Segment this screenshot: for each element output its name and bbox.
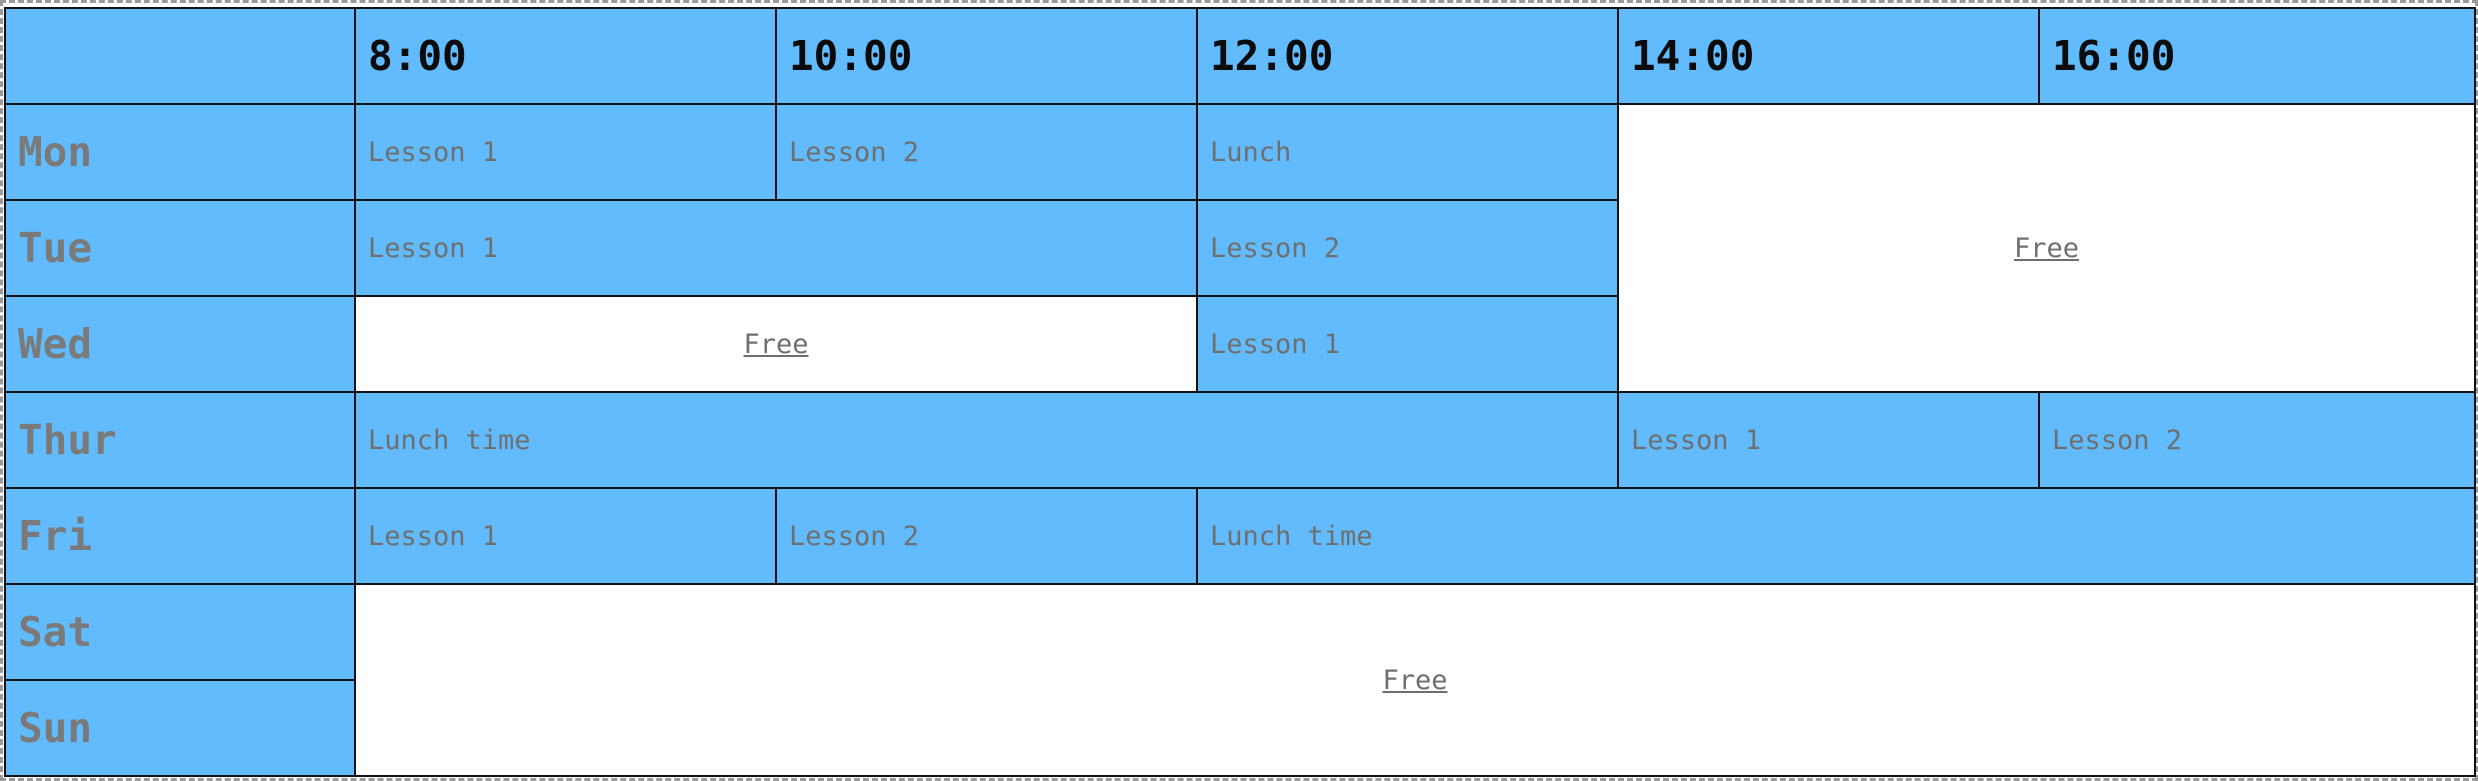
header-row: 8:00 10:00 12:00 14:00 16:00 <box>4 7 2476 105</box>
time-header-10: 10:00 <box>775 7 1198 105</box>
day-label-mon: Mon <box>4 103 356 201</box>
day-label-fri: Fri <box>4 487 356 585</box>
cell-tue-lesson-2: Lesson 2 <box>1196 199 1619 297</box>
day-label-sat: Sat <box>4 583 356 681</box>
free-link-wed[interactable]: Free <box>743 329 808 360</box>
weekly-schedule-table: 8:00 10:00 12:00 14:00 16:00 Mon Lesson … <box>4 7 2476 777</box>
day-label-wed: Wed <box>4 295 356 393</box>
day-label-tue: Tue <box>4 199 356 297</box>
time-header-14: 14:00 <box>1617 7 2040 105</box>
corner-cell <box>4 7 356 105</box>
day-label-thur: Thur <box>4 391 356 489</box>
time-header-16: 16:00 <box>2038 7 2476 105</box>
free-link-mon-wed[interactable]: Free <box>2014 233 2079 264</box>
cell-fri-lunch-time: Lunch time <box>1196 487 2476 585</box>
cell-thur-lunch-time: Lunch time <box>354 391 1619 489</box>
cell-tue-lesson-1: Lesson 1 <box>354 199 1198 297</box>
row-thur: Thur Lunch time Lesson 1 Lesson 2 <box>4 391 2476 489</box>
cell-fri-lesson-2: Lesson 2 <box>775 487 1198 585</box>
cell-mon-wed-free: Free <box>1617 103 2476 393</box>
time-header-12: 12:00 <box>1196 7 1619 105</box>
day-label-sun: Sun <box>4 679 356 777</box>
cell-thur-lesson-2: Lesson 2 <box>2038 391 2476 489</box>
free-link-weekend[interactable]: Free <box>1382 665 1447 696</box>
cell-mon-lesson-1: Lesson 1 <box>354 103 777 201</box>
cell-wed-free: Free <box>354 295 1198 393</box>
row-fri: Fri Lesson 1 Lesson 2 Lunch time <box>4 487 2476 585</box>
cell-thur-lesson-1: Lesson 1 <box>1617 391 2040 489</box>
cell-wed-lesson-1: Lesson 1 <box>1196 295 1619 393</box>
cell-mon-lesson-2: Lesson 2 <box>775 103 1198 201</box>
cell-mon-lunch: Lunch <box>1196 103 1619 201</box>
cell-weekend-free: Free <box>354 583 2476 777</box>
row-mon: Mon Lesson 1 Lesson 2 Lunch Free <box>4 103 2476 393</box>
cell-fri-lesson-1: Lesson 1 <box>354 487 777 585</box>
row-sat: Sat Free <box>4 583 2476 777</box>
time-header-8: 8:00 <box>354 7 777 105</box>
